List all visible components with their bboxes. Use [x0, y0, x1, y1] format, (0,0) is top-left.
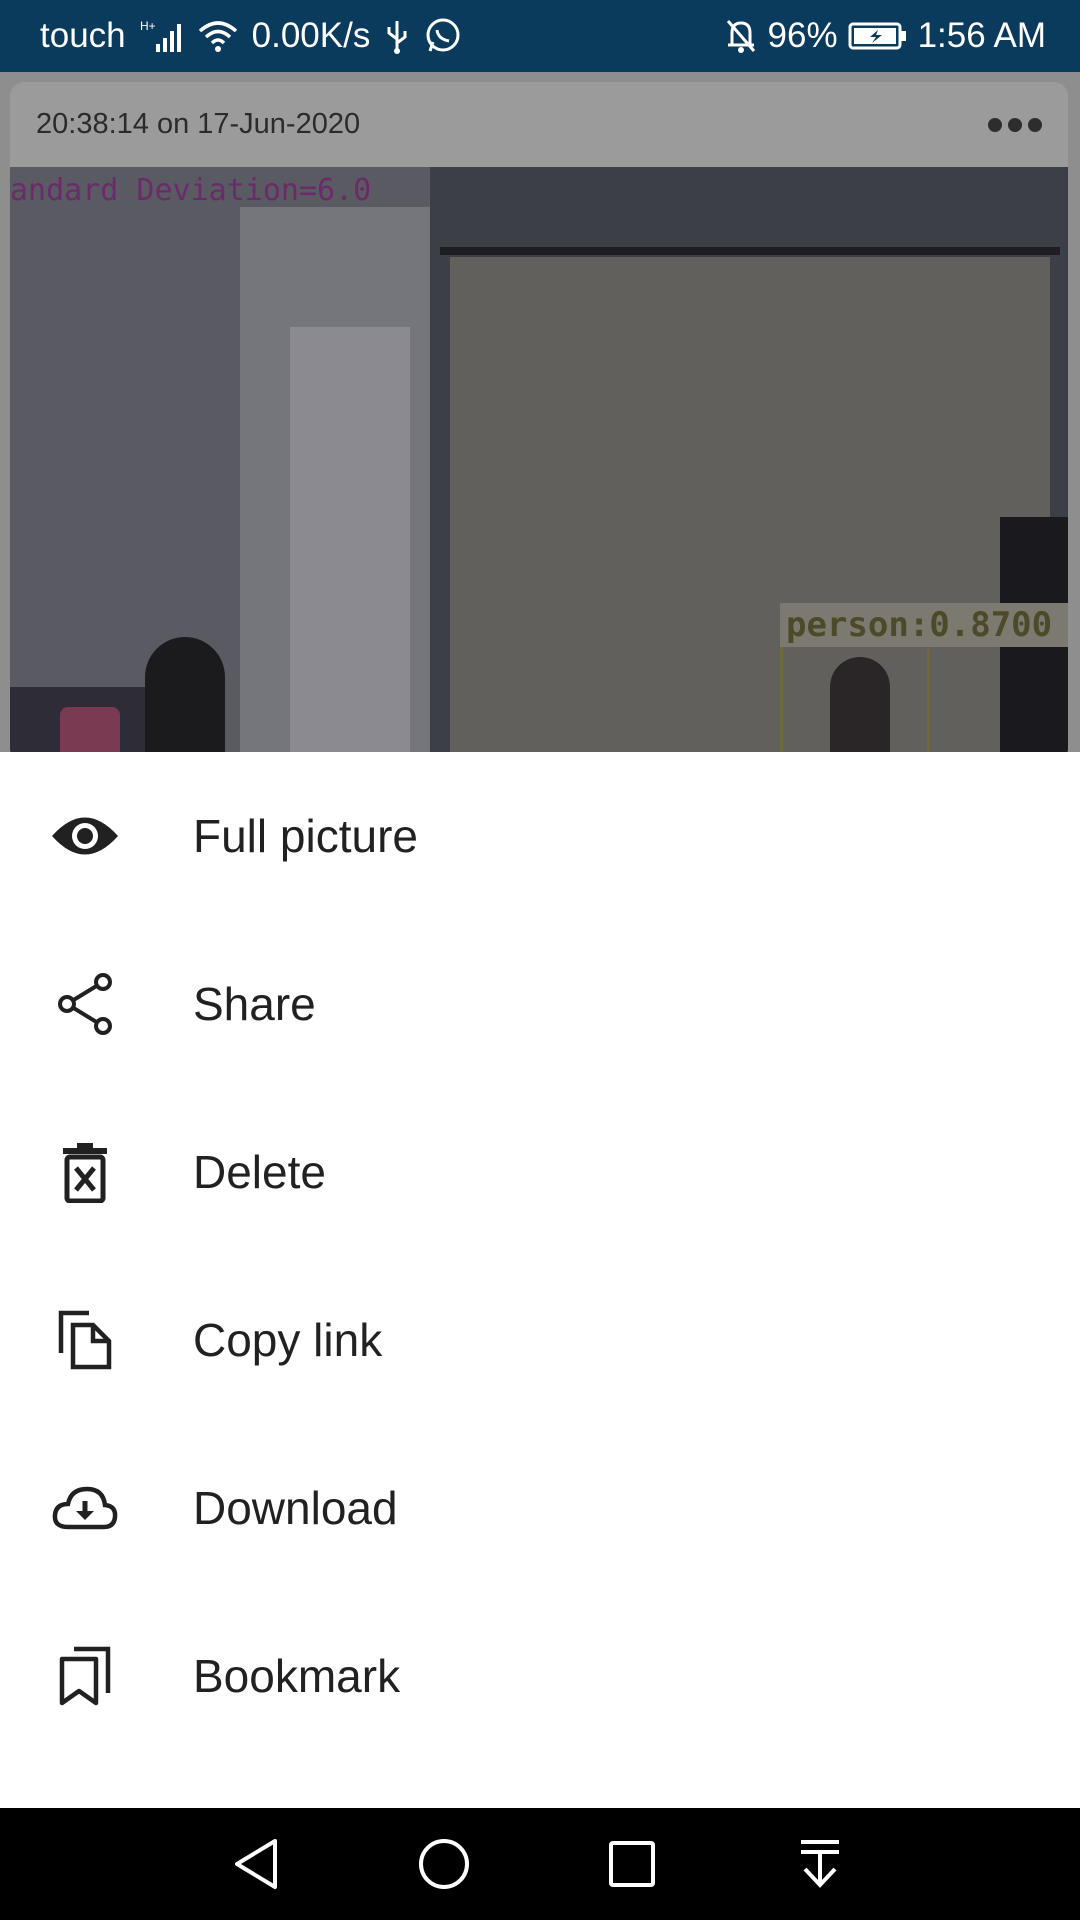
notifications-pulldown-icon[interactable]: [790, 1834, 850, 1894]
eye-icon: [50, 801, 120, 871]
event-timestamp: 20:38:14 on 17-Jun-2020: [36, 108, 361, 140]
copy-icon: [50, 1305, 120, 1375]
photo-overlay-text: andard Deviation=6.0: [10, 173, 372, 208]
battery-charging-icon: [848, 21, 908, 51]
cloud-download-icon: [50, 1473, 120, 1543]
status-bar-right: 96% 1:56 AM: [724, 16, 1046, 56]
menu-item-label: Full picture: [193, 810, 418, 862]
menu-item-share[interactable]: Share: [0, 920, 1080, 1088]
menu-item-label: Delete: [193, 1146, 326, 1198]
dimmed-background[interactable]: 20:38:14 on 17-Jun-2020 person:0.8700 an…: [0, 72, 1080, 752]
status-bar: touch H+ 0.00K/s 96% 1:56 AM: [0, 0, 1080, 72]
menu-item-label: Share: [193, 978, 316, 1030]
menu-item-label: Copy link: [193, 1314, 383, 1366]
bell-off-icon: [724, 17, 758, 55]
menu-item-bookmark[interactable]: Bookmark: [0, 1592, 1080, 1760]
signal-icon: H+: [140, 18, 184, 54]
svg-text:H+: H+: [140, 19, 156, 33]
share-icon: [50, 969, 120, 1039]
detection-label: person:0.8700: [780, 603, 1068, 647]
more-options-icon[interactable]: [988, 117, 1042, 132]
home-icon[interactable]: [414, 1834, 474, 1894]
battery-percent: 96%: [767, 16, 838, 55]
menu-item-full-picture[interactable]: Full picture: [0, 752, 1080, 920]
event-card: 20:38:14 on 17-Jun-2020 person:0.8700 an…: [10, 82, 1068, 752]
menu-item-delete[interactable]: Delete: [0, 1088, 1080, 1256]
navigation-bar: [0, 1808, 1080, 1920]
bottom-sheet-menu: Full picture Share Delete Copy link Down…: [0, 752, 1080, 1808]
event-photo: person:0.8700 andard Deviation=6.0: [10, 167, 1068, 752]
card-header: 20:38:14 on 17-Jun-2020: [10, 82, 1068, 167]
whatsapp-icon: [424, 17, 462, 55]
recents-icon[interactable]: [602, 1834, 662, 1894]
carrier-name: touch: [40, 16, 126, 55]
menu-item-label: Download: [193, 1482, 398, 1534]
menu-item-copy-link[interactable]: Copy link: [0, 1256, 1080, 1424]
back-icon[interactable]: [226, 1834, 286, 1894]
delete-icon: [50, 1137, 120, 1207]
usb-icon: [384, 17, 410, 55]
menu-item-label: Bookmark: [193, 1650, 401, 1702]
menu-item-download[interactable]: Download: [0, 1424, 1080, 1592]
wifi-icon: [198, 19, 238, 53]
status-bar-left: touch H+ 0.00K/s: [40, 16, 462, 56]
bookmark-icon: [50, 1641, 120, 1711]
clock: 1:56 AM: [917, 16, 1046, 55]
network-speed: 0.00K/s: [251, 16, 371, 55]
